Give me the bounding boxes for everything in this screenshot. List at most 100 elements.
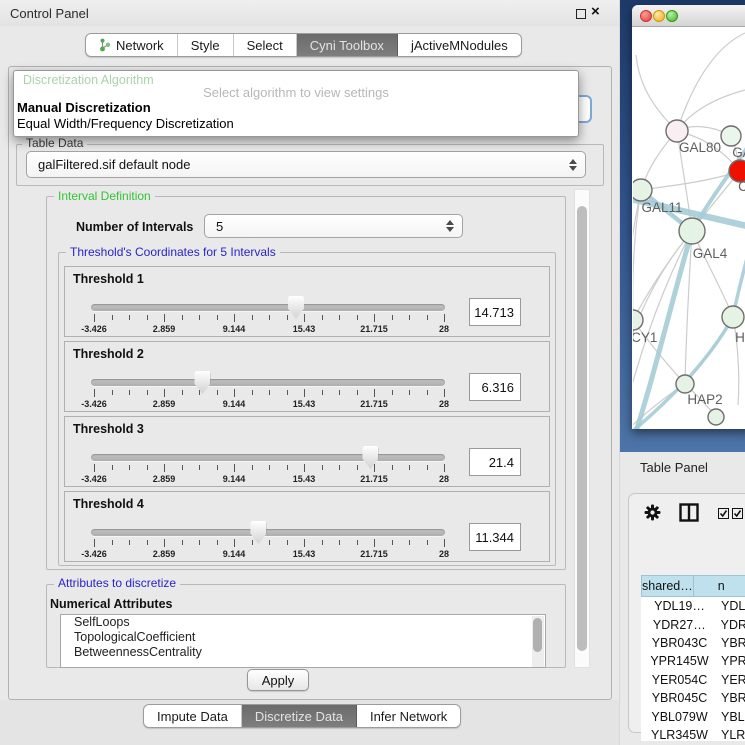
tab-network[interactable]: Network <box>86 34 178 56</box>
network-node[interactable] <box>679 218 705 244</box>
dropdown-placeholder-option[interactable]: Select algorithm to view settings <box>14 85 578 100</box>
table-header-cell[interactable]: n <box>694 575 745 597</box>
tab-jactivemnodules[interactable]: jActiveMNodules <box>398 34 521 56</box>
threshold-slider-track[interactable] <box>91 304 445 311</box>
slider-tick <box>147 540 148 545</box>
panel-scrollbar-thumb[interactable] <box>577 206 587 651</box>
threshold-panel: Threshold 3-3.4262.8599.14415.4321.71528… <box>64 416 550 487</box>
table-row[interactable]: YER054CYER0 <box>641 671 745 689</box>
checkbox-icon[interactable] <box>718 508 729 519</box>
slider-tick-label: 21.715 <box>360 474 388 484</box>
table-row[interactable]: YPR145WYPR1 <box>641 652 745 670</box>
table-data-combobox[interactable]: galFiltered.sif default node <box>26 151 586 178</box>
threshold-slider-handle[interactable] <box>250 521 266 544</box>
threshold-slider-track[interactable] <box>91 454 445 461</box>
checkbox-icon[interactable] <box>732 508 743 519</box>
table-cell: YLR3 <box>718 726 745 741</box>
network-node[interactable] <box>633 179 652 201</box>
table-panel-area: Table Panel <box>620 452 745 745</box>
slider-tick <box>304 464 305 472</box>
table-row[interactable]: YBR045CYBR0 <box>641 689 745 707</box>
close-traffic-icon[interactable] <box>640 10 652 22</box>
slider-tick <box>234 314 235 322</box>
slider-tick <box>94 389 95 397</box>
apply-button[interactable]: Apply <box>247 669 309 691</box>
slider-tick <box>147 390 148 395</box>
minimize-traffic-icon[interactable] <box>653 10 665 22</box>
num-intervals-label: Number of Intervals <box>76 220 193 234</box>
threshold-label: Threshold 4 <box>73 497 144 511</box>
threshold-list: Threshold 1-3.4262.8599.14415.4321.71528… <box>64 266 550 566</box>
network-node[interactable] <box>722 306 744 328</box>
network-node[interactable] <box>676 375 694 393</box>
network-node[interactable] <box>721 126 741 146</box>
table-row[interactable]: YBL079WYBL0 <box>641 707 745 725</box>
threshold-slider-track[interactable] <box>91 529 445 536</box>
network-node[interactable] <box>708 409 724 425</box>
attributes-scrollbar-track[interactable] <box>532 616 544 668</box>
slider-tick <box>199 540 200 545</box>
slider-tick-label: 21.715 <box>360 324 388 334</box>
threshold-slider-handle[interactable] <box>362 446 378 469</box>
slider-tick <box>112 540 113 545</box>
tab-cyni-toolbox[interactable]: Cyni Toolbox <box>297 34 398 56</box>
slider-tick <box>374 389 375 397</box>
network-node-label: GAL4 <box>693 246 728 261</box>
float-window-icon[interactable] <box>576 9 586 19</box>
control-panel-titlebar: Control Panel × <box>0 0 619 26</box>
slider-tick <box>234 389 235 397</box>
bottom-tab-bar: Impute Data Discretize Data Infer Network <box>143 704 461 728</box>
slider-tick <box>147 315 148 320</box>
threshold-value-input[interactable]: 21.4 <box>469 448 521 476</box>
slider-tick <box>217 465 218 470</box>
gear-icon[interactable] <box>644 504 661 521</box>
tab-select[interactable]: Select <box>234 34 297 56</box>
table-data-title: Table Data <box>22 137 87 150</box>
slider-tick <box>94 464 95 472</box>
close-icon[interactable]: × <box>591 3 600 20</box>
attribute-list-item[interactable]: SelfLoops <box>61 615 545 630</box>
slider-tick-label: 28 <box>439 549 449 559</box>
threshold-slider-handle[interactable] <box>288 296 304 319</box>
slider-tick <box>199 390 200 395</box>
slider-tick <box>392 465 393 470</box>
attributes-scrollbar-thumb[interactable] <box>533 618 542 652</box>
zoom-traffic-icon[interactable] <box>666 10 678 22</box>
split-columns-icon[interactable] <box>679 503 699 522</box>
attribute-list-item[interactable]: BetweennessCentrality <box>61 645 545 660</box>
threshold-value-input[interactable]: 6.316 <box>469 373 521 401</box>
network-edge <box>677 33 745 131</box>
num-intervals-combobox[interactable]: 5 <box>204 214 463 238</box>
slider-tick-label: 2.859 <box>153 399 176 409</box>
threshold-slider-handle[interactable] <box>194 371 210 394</box>
slider-tick-label: 9.144 <box>223 474 246 484</box>
table-row[interactable]: YDL19…YDL1 <box>641 597 745 615</box>
dropdown-option[interactable]: Equal Width/Frequency Discretization <box>17 116 234 131</box>
network-canvas[interactable]: GAL80GACGAL11GAL4GCY1HHAP2 <box>633 27 745 429</box>
slider-tick <box>322 315 323 320</box>
threshold-slider-track[interactable] <box>91 379 445 386</box>
tab-style[interactable]: Style <box>178 34 234 56</box>
slider-tick <box>234 464 235 472</box>
dropdown-option[interactable]: Manual Discretization <box>17 100 151 115</box>
table-row[interactable]: YDR27…YDR2 <box>641 615 745 633</box>
tab-label: Discretize Data <box>255 709 343 724</box>
slider-tick-label: -3.426 <box>81 549 107 559</box>
threshold-value-input[interactable]: 11.344 <box>469 523 521 551</box>
network-window-titlebar[interactable] <box>632 5 745 27</box>
tab-infer-network[interactable]: Infer Network <box>357 705 460 727</box>
slider-tick-label: 28 <box>439 399 449 409</box>
attribute-list-item[interactable]: TopologicalCoefficient <box>61 630 545 645</box>
slider-tick <box>94 539 95 547</box>
threshold-value-input[interactable]: 14.713 <box>469 298 521 326</box>
tab-discretize-data[interactable]: Discretize Data <box>242 705 357 727</box>
table-row[interactable]: YLR345WYLR3 <box>641 726 745 741</box>
tab-impute-data[interactable]: Impute Data <box>144 705 242 727</box>
table-row[interactable]: YBR043CYBR0 <box>641 634 745 652</box>
network-node[interactable] <box>666 120 688 142</box>
attributes-listbox: SelfLoopsTopologicalCoefficientBetweenne… <box>60 614 546 668</box>
panel-scrollbar-track[interactable] <box>574 189 590 668</box>
top-tab-bar: NetworkStyleSelectCyni ToolboxjActiveMNo… <box>85 33 522 57</box>
table-header-cell[interactable]: shared… <box>641 575 694 597</box>
slider-tick <box>269 540 270 545</box>
